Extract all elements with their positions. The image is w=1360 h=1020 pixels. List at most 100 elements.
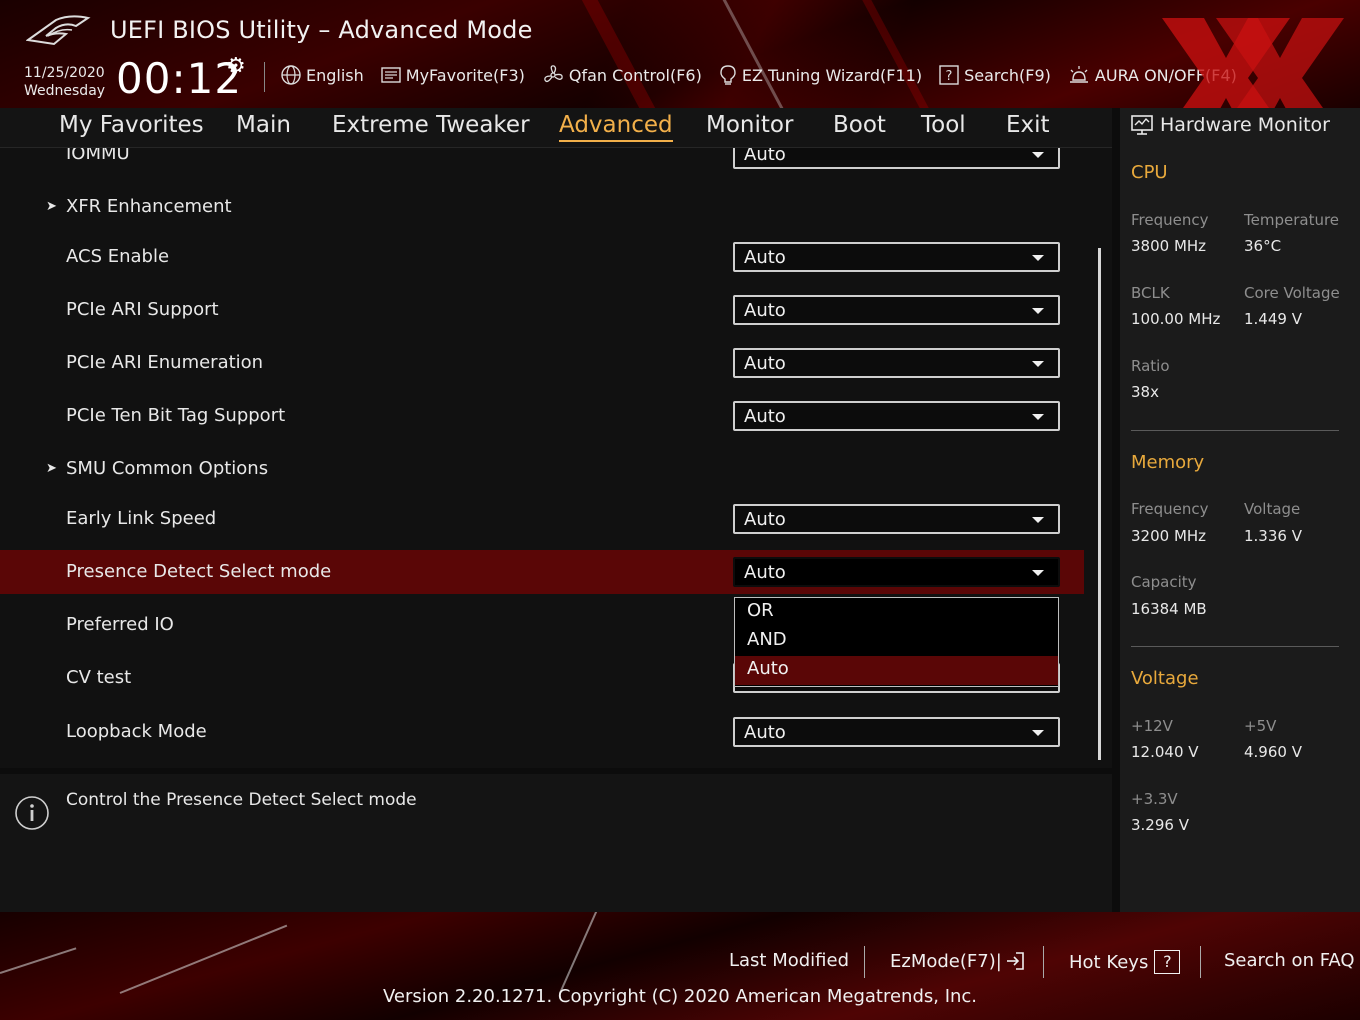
tab-extreme-tweaker[interactable]: Extreme Tweaker: [332, 112, 530, 138]
presence-detect-options-list: OR AND Auto: [734, 597, 1059, 687]
setting-dropdown[interactable]: Auto: [733, 295, 1060, 325]
fan-icon: [544, 65, 563, 83]
setting-row-presence-detect[interactable]: Presence Detect Select mode Auto: [0, 550, 1084, 594]
tab-boot[interactable]: Boot: [833, 112, 886, 138]
globe-icon: [281, 65, 301, 85]
tab-advanced[interactable]: Advanced: [559, 112, 673, 142]
qfan-label: Qfan Control(F6): [568, 65, 702, 85]
setting-dropdown-open[interactable]: Auto: [733, 557, 1060, 587]
setting-label: SMU Common Options: [66, 458, 269, 479]
option-label: AND: [747, 629, 787, 650]
bclk-label: BCLK: [1131, 284, 1170, 302]
chevron-down-icon: [1032, 730, 1044, 736]
setting-row-pcie-ten-bit-tag[interactable]: PCIe Ten Bit Tag Support Auto: [0, 394, 1084, 438]
tab-main[interactable]: Main: [236, 112, 291, 138]
setting-label: CV test: [66, 667, 132, 688]
setting-row-pcie-ari-enumeration[interactable]: PCIe ARI Enumeration Auto: [0, 341, 1084, 385]
footer-bar: Last Modified EzMode(F7)| Hot Keys ? Sea…: [0, 912, 1360, 1020]
settings-scrollbar[interactable]: [1098, 248, 1101, 760]
setting-dropdown[interactable]: Auto: [733, 717, 1060, 747]
setting-dropdown[interactable]: Auto: [733, 504, 1060, 534]
exit-to-ezmode-icon: [1006, 952, 1024, 970]
hot-keys-button[interactable]: Hot Keys ?: [1069, 950, 1181, 974]
setting-dropdown[interactable]: Auto: [733, 348, 1060, 378]
submenu-arrow-icon: ➤: [46, 461, 57, 476]
chevron-down-icon: [1032, 361, 1044, 367]
v12-value: 12.040 V: [1131, 743, 1199, 761]
qfan-control-button[interactable]: Qfan Control(F6): [541, 63, 702, 87]
search-help-icon: ?: [939, 65, 959, 85]
tab-tool[interactable]: Tool: [921, 112, 966, 138]
dropdown-value: Auto: [744, 406, 786, 427]
memory-capacity-value: 16384 MB: [1131, 600, 1207, 618]
ratio-label: Ratio: [1131, 357, 1170, 375]
tab-my-favorites[interactable]: My Favorites: [59, 112, 204, 138]
setting-row-pcie-ari-support[interactable]: PCIe ARI Support Auto: [0, 288, 1084, 332]
chevron-down-icon: [1032, 517, 1044, 523]
hardware-monitor-title: Hardware Monitor: [1130, 114, 1330, 136]
svg-text:?: ?: [946, 69, 953, 84]
last-modified-button[interactable]: Last Modified: [729, 950, 849, 971]
last-modified-label: Last Modified: [729, 950, 850, 971]
aura-light-icon: [1069, 66, 1088, 83]
submenu-smu-common-options[interactable]: ➤ SMU Common Options: [0, 447, 1084, 491]
favorite-list-icon: [381, 67, 401, 83]
dropdown-value: Auto: [744, 300, 786, 321]
setting-row-early-link-speed[interactable]: Early Link Speed Auto: [0, 497, 1084, 541]
dropdown-value: Auto: [744, 562, 786, 583]
cpu-frequency-value: 3800 MHz: [1131, 237, 1207, 255]
setting-dropdown[interactable]: Auto: [733, 401, 1060, 431]
core-voltage-label: Core Voltage: [1244, 284, 1340, 302]
cpu-temperature-label: Temperature: [1244, 211, 1340, 229]
setting-dropdown[interactable]: Auto: [733, 242, 1060, 272]
myfavorite-button[interactable]: MyFavorite(F3): [380, 65, 525, 85]
setting-label: Loopback Mode: [66, 721, 207, 742]
option-auto[interactable]: Auto: [735, 656, 1058, 685]
setting-row-acs-enable[interactable]: ACS Enable Auto: [0, 235, 1084, 279]
chevron-down-icon: [1032, 152, 1044, 158]
setting-label: XFR Enhancement: [66, 196, 232, 217]
tab-exit[interactable]: Exit: [1006, 112, 1050, 138]
chevron-down-icon: [1032, 308, 1044, 314]
chevron-down-icon: [1032, 414, 1044, 420]
tab-monitor[interactable]: Monitor: [706, 112, 793, 138]
memory-frequency-label: Frequency: [1131, 500, 1209, 518]
setting-row-loopback-mode[interactable]: Loopback Mode Auto: [0, 710, 1084, 754]
v33-value: 3.296 V: [1131, 816, 1189, 834]
myfavorite-label: MyFavorite(F3): [405, 65, 525, 85]
dropdown-value: Auto: [744, 722, 786, 743]
info-icon: [15, 796, 49, 830]
v12-label: +12V: [1131, 717, 1173, 735]
rog-logo-icon: [26, 15, 91, 46]
setting-row-iommu[interactable]: IOMMU Auto: [0, 148, 1084, 176]
header-divider: [264, 62, 265, 92]
version-copyright: Version 2.20.1271. Copyright (C) 2020 Am…: [382, 986, 978, 1007]
xx-watermark-logo: [1162, 18, 1344, 108]
bclk-value: 100.00 MHz: [1131, 310, 1221, 328]
cpu-temperature-value: 36°C: [1244, 237, 1282, 255]
setting-dropdown[interactable]: Auto: [733, 148, 1060, 169]
section-divider: [1131, 430, 1339, 431]
search-faq-button[interactable]: Search on FAQ: [1224, 950, 1355, 971]
option-label: OR: [747, 600, 774, 621]
memory-frequency-value: 3200 MHz: [1131, 527, 1207, 545]
option-and[interactable]: AND: [735, 627, 1058, 656]
dropdown-value: Auto: [744, 353, 786, 374]
memory-voltage-label: Voltage: [1244, 500, 1301, 518]
submenu-xfr-enhancement[interactable]: ➤ XFR Enhancement: [0, 185, 1084, 229]
search-button[interactable]: ? Search(F9): [938, 64, 1051, 86]
help-description: Control the Presence Detect Select mode: [66, 790, 417, 810]
core-voltage-value: 1.449 V: [1244, 310, 1302, 328]
v33-label: +3.3V: [1131, 790, 1178, 808]
option-or[interactable]: OR: [735, 598, 1058, 627]
ez-tuning-wizard-button[interactable]: EZ Tuning Wizard(F11): [718, 63, 922, 87]
language-label: English: [306, 65, 364, 85]
chevron-down-icon: [1032, 570, 1044, 576]
setting-label: IOMMU: [66, 148, 130, 164]
language-button[interactable]: English: [280, 64, 364, 86]
clock-settings-gear-icon[interactable]: ⚙: [226, 54, 246, 79]
v5-value: 4.960 V: [1244, 743, 1302, 761]
ezmode-button[interactable]: EzMode(F7)|: [890, 950, 1026, 972]
setting-label: PCIe ARI Support: [66, 299, 219, 320]
date-text: 11/25/2020: [24, 65, 105, 81]
